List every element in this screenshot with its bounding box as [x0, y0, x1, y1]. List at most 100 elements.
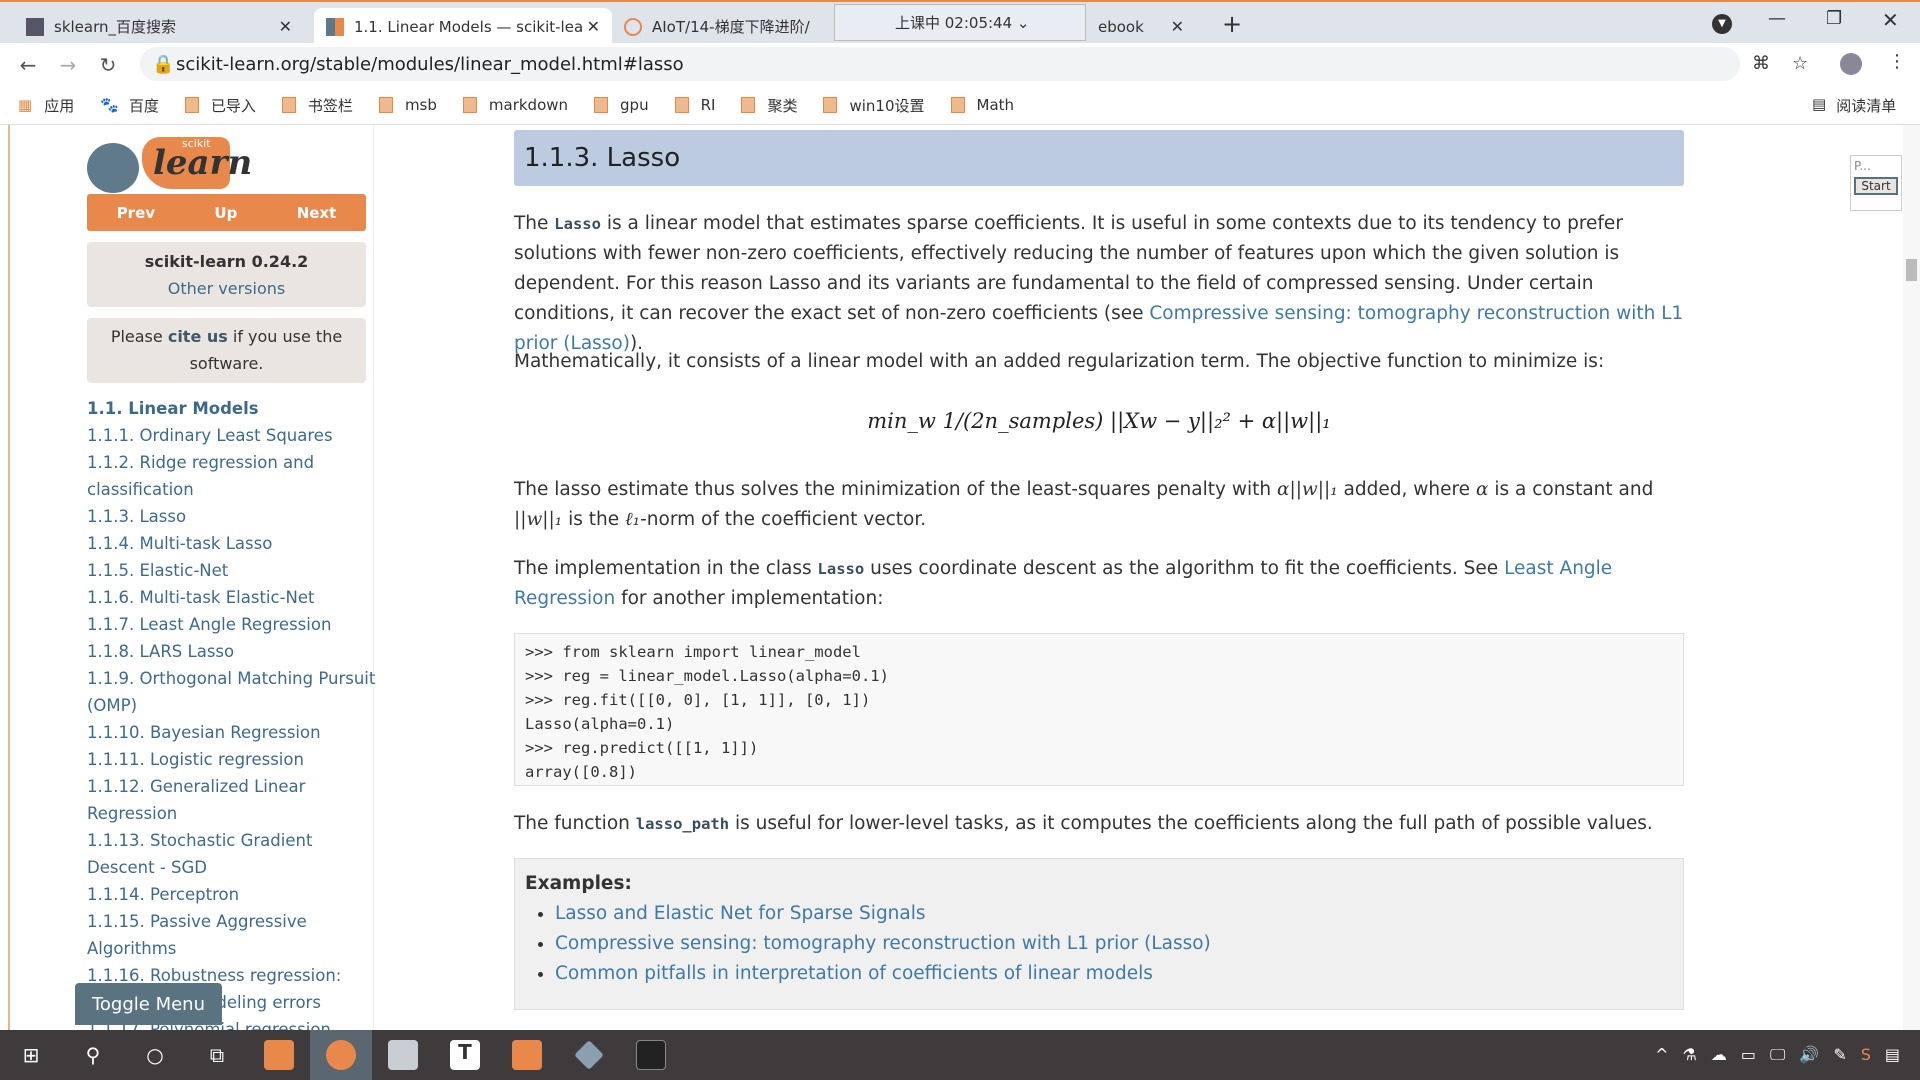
typora-icon[interactable]: T [434, 1030, 496, 1080]
url-bar[interactable]: 🔒 scikit-learn.org/stable/modules/linear_… [140, 47, 1740, 81]
taskbar: ⊞ ⚲ ○ ⧉ T ^ ⚗ ☁ ▭ 🖵 🔊 ✎ S ▤ [0, 1030, 1920, 1080]
toc-item[interactable]: 1.1.15. Passive Aggressive Algorithms [87, 908, 377, 962]
close-tab-icon[interactable]: ✕ [279, 17, 292, 36]
tab-search-icon[interactable]: ▼ [1712, 14, 1732, 34]
sklearn-logo[interactable]: scikit learn [87, 137, 287, 193]
close-tab-icon[interactable]: ✕ [587, 17, 600, 36]
folder-icon [674, 97, 689, 113]
page-scrollbar[interactable] [1903, 125, 1920, 1030]
toggle-menu-button[interactable]: Toggle Menu [75, 983, 222, 1025]
toc-item[interactable]: 1.1.12. Generalized Linear Regression [87, 773, 377, 827]
toc-item[interactable]: 1.1.6. Multi-task Elastic-Net [87, 584, 377, 611]
baidu-icon: 🐾 [100, 96, 119, 114]
profile-avatar[interactable] [1840, 53, 1862, 75]
folder-icon [184, 97, 199, 113]
notifications-icon[interactable]: ▤ [1885, 1045, 1900, 1065]
toc-item[interactable]: 1.1.7. Least Angle Regression [87, 611, 377, 638]
next-button[interactable]: Next [297, 204, 337, 222]
apps-grid-icon: ▦ [18, 96, 33, 114]
example-link[interactable]: Common pitfalls in interpretation of coe… [555, 963, 1153, 984]
bookmarks-bar: ▦ 应用 🐾 百度 已导入 书签栏 msb markdown gpu RI 聚类 w… [0, 86, 1920, 125]
app-diamond-icon[interactable] [558, 1030, 620, 1080]
toc-item[interactable]: 1.1.4. Multi-task Lasso [87, 530, 377, 557]
other-versions-link[interactable]: Other versions [87, 275, 366, 302]
toc-item[interactable]: 1.1.3. Lasso [87, 503, 377, 530]
bookmark-baidu[interactable]: 🐾 百度 [100, 95, 159, 116]
translate-icon[interactable]: ⌘ [1752, 53, 1770, 74]
network-icon[interactable]: 🖵 [1770, 1045, 1785, 1065]
reload-icon[interactable]: ↻ [88, 53, 128, 77]
tab-baidu[interactable]: sklearn_百度搜索 ✕ [14, 8, 304, 45]
tab-ebook[interactable]: ebook ✕ [1086, 8, 1196, 45]
toc-item[interactable]: 1.1.5. Elastic-Net [87, 557, 377, 584]
powerpoint-icon[interactable] [496, 1030, 558, 1080]
volume-icon[interactable]: 🔊 [1799, 1045, 1819, 1065]
cortana-icon[interactable]: ○ [124, 1030, 186, 1080]
sogou-ime-icon[interactable]: S [1861, 1045, 1871, 1065]
class-timer-overlay[interactable]: 上课中 02:05:44 ⌄ [834, 4, 1086, 41]
example-link[interactable]: Compressive sensing: tomography reconstr… [555, 933, 1211, 954]
toc-item[interactable]: 1.1.2. Ridge regression and classificati… [87, 449, 377, 503]
cite-us-link[interactable]: cite us [168, 327, 228, 346]
toc-item[interactable]: 1.1.1. Ordinary Least Squares [87, 422, 377, 449]
close-tab-icon[interactable]: ✕ [1171, 17, 1184, 36]
toc-item[interactable]: 1.1.10. Bayesian Regression [87, 719, 377, 746]
chrome-icon[interactable] [310, 1030, 372, 1080]
pen-icon[interactable]: ✎ [1833, 1045, 1846, 1065]
windows-start-icon[interactable]: ⊞ [0, 1030, 62, 1080]
toc-linear-models[interactable]: 1.1. Linear Models [87, 395, 377, 422]
bookmark-folder[interactable]: 已导入 [184, 95, 256, 116]
search-icon[interactable]: ⚲ [62, 1030, 124, 1080]
bookmark-folder[interactable]: Math [950, 96, 1014, 114]
bookmark-folder[interactable]: 书签栏 [281, 95, 353, 116]
example-link[interactable]: Lasso and Elastic Net for Sparse Signals [555, 903, 926, 924]
scrollbar-thumb[interactable] [1906, 259, 1917, 281]
code-example[interactable]: >>> from sklearn import linear_model >>>… [514, 633, 1684, 786]
close-window-button[interactable]: ✕ [1882, 8, 1899, 32]
forward-icon[interactable]: → [48, 53, 88, 77]
objective-formula: min_w 1/(2n_samples) ||Xw − y||₂² + α||w… [867, 409, 1331, 433]
paint-icon[interactable] [372, 1030, 434, 1080]
bookmark-folder[interactable]: win10设置 [823, 95, 925, 116]
version-box: scikit-learn 0.24.2 Other versions [87, 242, 366, 307]
menu-icon[interactable]: ⋮ [1888, 51, 1906, 72]
toc-item[interactable]: 1.1.8. LARS Lasso [87, 638, 377, 665]
bookmark-apps[interactable]: ▦ 应用 [18, 95, 74, 116]
toc-item[interactable]: 1.1.11. Logistic regression [87, 746, 377, 773]
page-title: 1.1.3. Lasso [514, 130, 1684, 186]
tray-app-icon[interactable]: ⚗ [1682, 1045, 1696, 1065]
folder-icon [741, 97, 756, 113]
tray-chevron-icon[interactable]: ^ [1655, 1045, 1668, 1065]
bookmark-folder[interactable]: gpu [594, 96, 649, 114]
address-row: ← → ↻ 🔒 scikit-learn.org/stable/modules/l… [0, 43, 1920, 86]
bookmark-folder[interactable]: 聚类 [741, 95, 797, 116]
task-view-icon[interactable]: ⧉ [186, 1030, 248, 1080]
prev-button[interactable]: Prev [117, 204, 155, 222]
reading-list[interactable]: ▤ 阅读清单 [1812, 95, 1896, 116]
toc-item[interactable]: 1.1.9. Orthogonal Matching Pursuit (OMP) [87, 665, 377, 719]
lock-icon: 🔒 [152, 53, 175, 75]
nav-buttons: Prev Up Next [87, 194, 366, 231]
toc-item[interactable]: 1.1.13. Stochastic Gradient Descent - SG… [87, 827, 377, 881]
maximize-button[interactable]: ❐ [1826, 8, 1842, 29]
paragraph-math: Mathematically, it consists of a linear … [514, 351, 1605, 372]
toc-item[interactable]: 1.1.14. Perceptron [87, 881, 377, 908]
battery-icon[interactable]: ▭ [1741, 1045, 1756, 1065]
back-icon[interactable]: ← [8, 53, 48, 77]
onedrive-icon[interactable]: ☁ [1711, 1045, 1727, 1065]
terminal-icon[interactable] [620, 1030, 682, 1080]
folder-icon [462, 97, 477, 113]
reading-list-icon: ▤ [1812, 95, 1827, 113]
tab-linear-models[interactable]: 1.1. Linear Models — scikit-lea ✕ [314, 8, 612, 45]
tab-aiot[interactable]: AIoT/14-梯度下降进阶/ [612, 8, 832, 45]
floating-widget: P... Start [1850, 155, 1902, 211]
start-button[interactable]: Start [1854, 177, 1898, 195]
bookmark-star-icon[interactable]: ☆ [1792, 53, 1808, 74]
bookmark-folder[interactable]: msb [378, 96, 437, 114]
up-button[interactable]: Up [214, 204, 237, 222]
bookmark-folder[interactable]: markdown [462, 96, 568, 114]
file-explorer-icon[interactable] [248, 1030, 310, 1080]
bookmark-folder[interactable]: RI [674, 96, 715, 114]
minimize-button[interactable]: — [1768, 8, 1786, 29]
new-tab-button[interactable]: + [1222, 10, 1242, 38]
